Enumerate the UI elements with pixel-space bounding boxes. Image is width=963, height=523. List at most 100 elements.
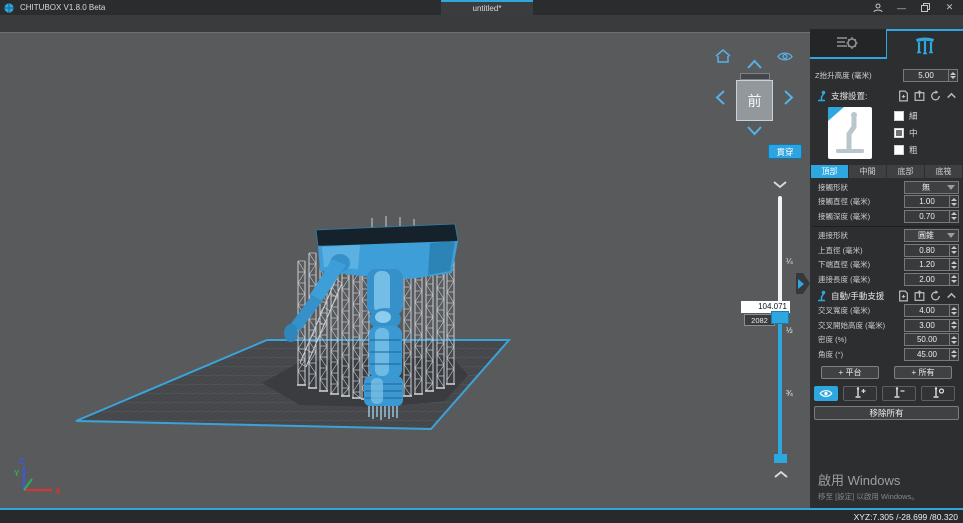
tab-slice-settings[interactable] [810,29,886,59]
lower-diameter-row: 下端直徑 (毫米) 1.20 [810,258,963,273]
viewport-3d[interactable]: Z X Y 前 貫穿 [0,32,810,510]
support-tools-row [810,382,963,403]
app-title: CHITUBOX V1.8.0 Beta [20,3,105,12]
size-option-medium[interactable]: 中 [894,127,918,139]
spinner-arrows[interactable] [949,274,958,285]
tab-raft-label: 底筏 [936,166,952,177]
contact-shape-dropdown[interactable]: 無 [904,181,959,194]
support-preview-row: 細 中 粗 [810,104,963,162]
tab-raft[interactable]: 底筏 [925,165,962,178]
profile-import-icon[interactable] [897,90,910,102]
slider-step-down-icon[interactable] [772,180,788,189]
section-collapse-icon[interactable] [945,90,958,102]
document-tab[interactable]: untitled* [441,0,533,15]
tab-top[interactable]: 頂部 [811,165,848,178]
contact-depth-label: 接觸深度 (毫米) [818,211,904,222]
account-icon[interactable] [872,2,883,13]
contact-depth-input[interactable]: 0.70 [904,210,959,223]
checkbox-fine[interactable] [894,111,904,121]
edit-support-button[interactable] [921,386,955,401]
layer-slider-handle[interactable] [771,311,789,324]
cross-width-row: 交叉寬度 (毫米) 4.00 [810,304,963,319]
cross-width-input[interactable]: 4.00 [904,304,959,317]
density-label: 密度 (%) [818,334,904,345]
size-option-fine[interactable]: 細 [894,110,918,122]
rotate-right-arrow-icon[interactable] [783,89,794,106]
contact-diameter-input[interactable]: 1.00 [904,195,959,208]
close-button[interactable]: ✕ [944,2,955,13]
angle-label: 角度 (°) [818,349,904,360]
z-lift-row: Z抬升高度 (毫米) 5.00 [810,59,963,87]
chevron-down-icon [947,185,955,190]
lower-diameter-input[interactable]: 1.20 [904,258,959,271]
checkbox-coarse[interactable] [894,145,904,155]
right-panel: Z抬升高度 (毫米) 5.00 支撐設置: [810,32,963,510]
clip-view-button[interactable]: 貫穿 [768,144,802,159]
connect-shape-dropdown[interactable]: 圓錐 [904,229,959,242]
size-option-coarse[interactable]: 粗 [894,144,918,156]
restore-button[interactable] [920,2,931,13]
angle-value: 45.00 [905,350,949,359]
lower-diameter-value: 1.20 [905,260,949,269]
windows-activation-watermark: 啟用 Windows 移至 [設定] 以啟用 Windows。 [818,470,919,502]
profile-export-icon[interactable] [913,90,926,102]
reset-icon[interactable] [929,290,942,302]
profile-import-icon[interactable] [897,290,910,302]
watermark-line1: 啟用 Windows [818,470,919,489]
document-tab-label: untitled* [473,4,502,13]
section-collapse-icon[interactable] [945,290,958,302]
rotate-left-arrow-icon[interactable] [715,89,726,106]
spinner-arrows[interactable] [949,245,958,256]
density-input[interactable]: 50.00 [904,333,959,346]
tab-middle[interactable]: 中間 [849,165,886,178]
spinner-arrows[interactable] [949,211,958,222]
minimize-button[interactable]: — [896,2,907,13]
tab-bottom[interactable]: 底部 [887,165,924,178]
rotate-down-arrow-icon[interactable] [746,125,763,136]
add-support-button[interactable] [843,386,877,401]
cross-width-label: 交叉寬度 (毫米) [818,305,904,316]
spinner-arrows[interactable] [949,334,958,345]
divider [813,226,960,227]
support-add-icon [853,387,867,399]
nav-cube-top-face[interactable] [740,73,770,80]
slider-mark-quarter: ¼ [786,257,793,266]
visibility-eye-icon[interactable] [777,51,793,62]
toggle-support-visibility-button[interactable] [814,386,838,401]
profile-export-icon[interactable] [913,290,926,302]
spinner-arrows[interactable] [949,259,958,270]
add-platform-supports-button[interactable]: + 平台 [821,366,879,379]
spinner-arrows[interactable] [949,196,958,207]
cross-width-value: 4.00 [905,306,949,315]
cross-start-height-value: 3.00 [905,321,949,330]
delete-support-button[interactable] [882,386,916,401]
rotate-up-arrow-icon[interactable] [746,59,763,70]
cross-start-height-input[interactable]: 3.00 [904,319,959,332]
remove-all-supports-button[interactable]: 移除所有 [814,406,959,420]
spinner-arrows[interactable] [949,320,958,331]
cross-start-height-label: 交叉開始高度 (毫米) [818,320,904,331]
home-view-icon[interactable] [714,48,732,64]
contact-diameter-value: 1.00 [905,197,949,206]
connect-length-input[interactable]: 2.00 [904,273,959,286]
layer-slider-track-lower[interactable] [778,323,782,456]
connect-shape-label: 連接形狀 [818,230,904,241]
nav-cube-front-face[interactable]: 前 [736,80,773,121]
scene-canvas: Z X Y [0,33,810,510]
upper-diameter-input[interactable]: 0.80 [904,244,959,257]
contact-shape-value: 無 [905,182,947,193]
spinner-arrows[interactable] [949,305,958,316]
tab-bottom-label: 底部 [898,166,914,177]
z-lift-spinner-arrows[interactable] [948,70,957,81]
checkbox-medium[interactable] [894,128,904,138]
slider-step-up-icon[interactable] [773,470,789,479]
spinner-arrows[interactable] [949,349,958,360]
angle-input[interactable]: 45.00 [904,348,959,361]
layer-slider-end-cap[interactable] [774,454,787,463]
z-lift-input[interactable]: 5.00 [903,69,958,82]
reset-icon[interactable] [929,90,942,102]
add-all-supports-button[interactable]: + 所有 [894,366,952,379]
tab-support-settings[interactable] [886,29,963,59]
layer-slider-track-upper[interactable] [778,196,782,315]
remove-all-label: 移除所有 [869,407,903,419]
